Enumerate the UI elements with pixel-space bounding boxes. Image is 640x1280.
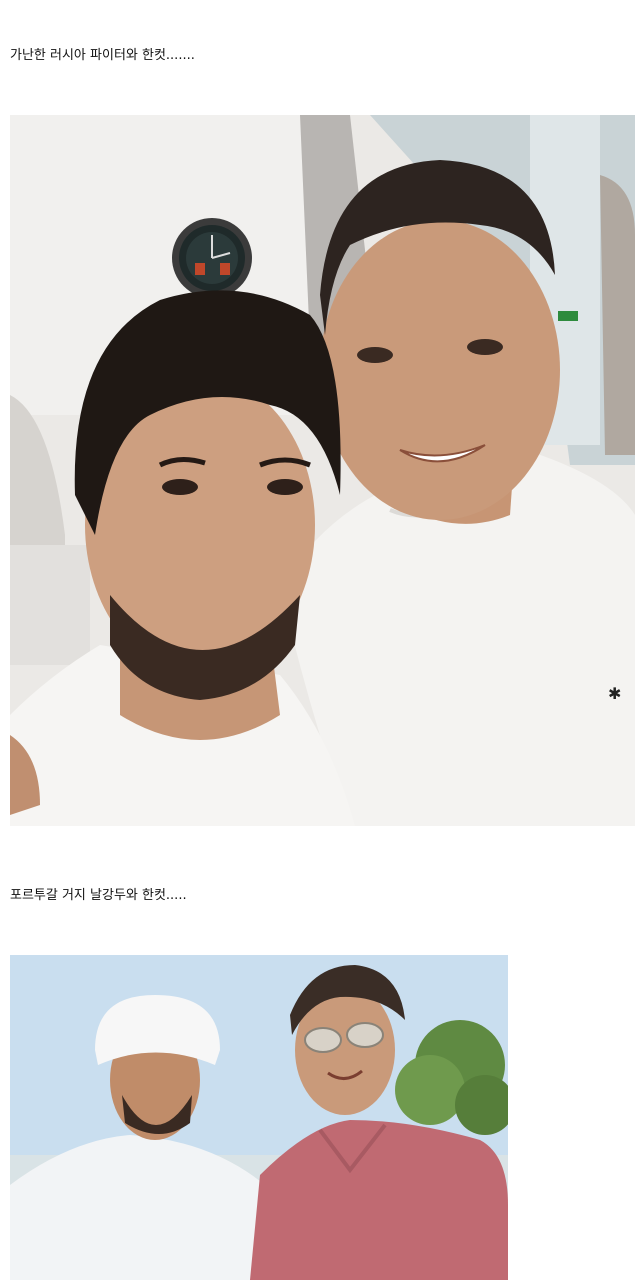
svg-text:✱: ✱ xyxy=(608,684,621,703)
wall-clock-icon xyxy=(172,218,252,298)
caption-1: 가난한 러시아 파이터와 한컷....... xyxy=(10,48,195,63)
outdoor-photo-2 xyxy=(10,955,508,1280)
caption-2: 포르투갈 거지 날강두와 한컷..... xyxy=(10,888,187,903)
selfie-photo-1: ✱ xyxy=(10,115,635,826)
